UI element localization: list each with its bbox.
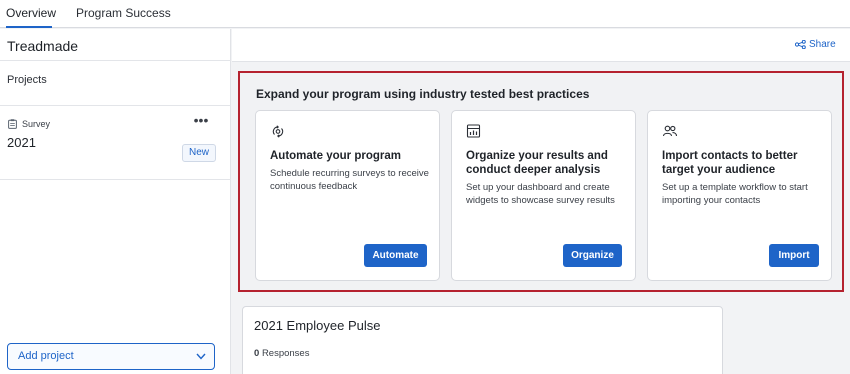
organize-button[interactable]: Organize <box>563 244 622 267</box>
automate-card: Automate your program Schedule recurring… <box>255 110 440 281</box>
main-header: Share <box>232 29 850 62</box>
project-type-label: Survey <box>22 119 51 129</box>
best-practices-section: Expand your program using industry teste… <box>238 71 844 292</box>
share-icon <box>795 40 806 49</box>
responses-count: 0 Responses <box>254 348 309 359</box>
automate-icon <box>272 125 284 138</box>
card-description: Schedule recurring surveys to receive co… <box>270 168 429 192</box>
add-project-label: Add project <box>18 350 74 362</box>
chevron-down-icon <box>196 353 206 360</box>
card-description: Set up a template workflow to start impo… <box>662 182 808 206</box>
add-project-dropdown[interactable]: Add project <box>7 343 215 370</box>
tab-program-success-rubric[interactable]: Program Success Rubric <box>76 0 186 46</box>
project-card-title: 2021 Employee Pulse <box>254 318 381 333</box>
top-tab-bar: Overview Program Success Rubric <box>0 0 850 46</box>
more-options-button[interactable]: ••• <box>192 113 210 128</box>
new-badge: New <box>182 144 217 162</box>
responses-label: Responses <box>261 348 310 359</box>
divider <box>0 60 231 61</box>
organize-card: Organize your results and conduct deeper… <box>451 110 636 281</box>
card-title: Automate your program <box>270 150 401 162</box>
card-description: Set up your dashboard and create widgets… <box>466 182 615 206</box>
responses-number: 0 <box>254 348 260 359</box>
dashboard-icon <box>466 124 481 138</box>
card-title: Organize your results and conduct deeper… <box>466 150 608 176</box>
project-type: Survey <box>8 119 50 129</box>
project-name: 2021 <box>7 135 36 150</box>
divider <box>0 179 231 180</box>
card-title: Import contacts to better target your au… <box>662 150 798 176</box>
section-title: Expand your program using industry teste… <box>256 87 590 101</box>
projects-label: Projects <box>7 74 47 86</box>
project-card[interactable]: 2021 Employee Pulse 0 Responses <box>242 306 723 374</box>
import-button[interactable]: Import <box>769 244 819 267</box>
tab-overview[interactable]: Overview <box>6 0 56 28</box>
clipboard-icon <box>8 119 17 129</box>
sidebar: Treadmade Projects Survey ••• 2021 New A… <box>0 29 231 374</box>
share-label: Share <box>809 39 836 50</box>
project-item-2021[interactable]: Survey ••• 2021 New <box>0 106 231 179</box>
contacts-icon <box>662 125 678 137</box>
automate-button[interactable]: Automate <box>364 244 427 267</box>
share-button[interactable]: Share <box>795 39 836 50</box>
program-name: Treadmade <box>7 38 79 54</box>
import-card: Import contacts to better target your au… <box>647 110 832 281</box>
